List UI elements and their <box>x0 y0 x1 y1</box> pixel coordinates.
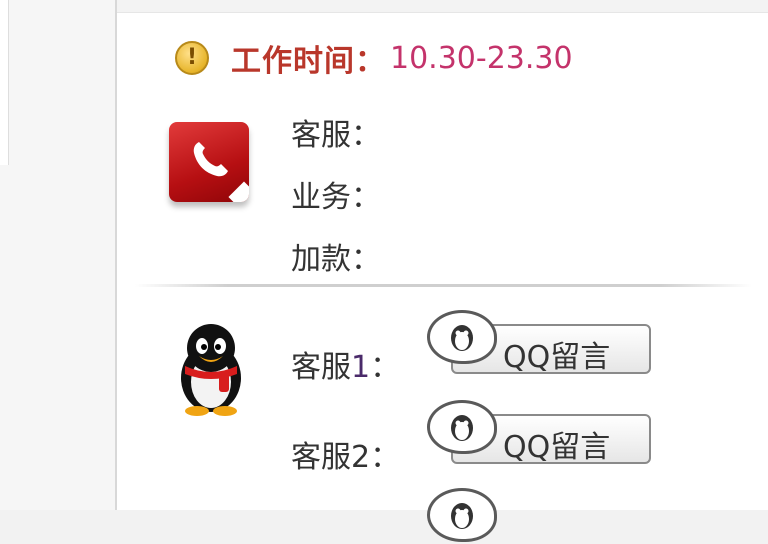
left-column <box>0 0 115 510</box>
section-divider <box>135 284 752 287</box>
qq-bubble-icon <box>427 400 497 454</box>
qq-row-number: 2 <box>351 440 371 475</box>
qq-service-2-label: 客服2： <box>291 432 400 476</box>
qq-row-colon: ： <box>370 440 401 475</box>
work-hours-label: 工作时间： <box>231 44 386 79</box>
work-hours: ! 工作时间： 10.30-23.30 <box>175 38 573 79</box>
panel-top-bar <box>117 0 768 13</box>
contact-panel: ! 工作时间： 10.30-23.30 客服： 业务： 加款： 客服1： 客服2… <box>115 0 768 542</box>
qq-penguin-icon <box>181 324 241 416</box>
phone-icon <box>169 122 249 202</box>
qq-button-label: QQ留言 <box>503 430 611 465</box>
left-panel-edge <box>0 0 9 165</box>
qq-row-number: 1 <box>351 350 371 385</box>
contact-business-label: 业务： <box>291 180 381 215</box>
warning-icon: ! <box>175 41 209 75</box>
qq-service-1-label: 客服1： <box>291 342 400 386</box>
work-hours-value: 10.30-23.30 <box>390 40 573 76</box>
qq-row-colon: ： <box>370 350 401 385</box>
qq-bubble-icon <box>427 310 497 364</box>
contact-service-label: 客服： <box>291 118 381 153</box>
qq-row-prefix: 客服 <box>291 440 351 475</box>
qq-button-label: QQ留言 <box>503 340 611 375</box>
qq-row-prefix: 客服 <box>291 350 351 385</box>
contact-topup-label: 加款： <box>291 242 381 277</box>
qq-bubble-icon <box>427 488 497 542</box>
